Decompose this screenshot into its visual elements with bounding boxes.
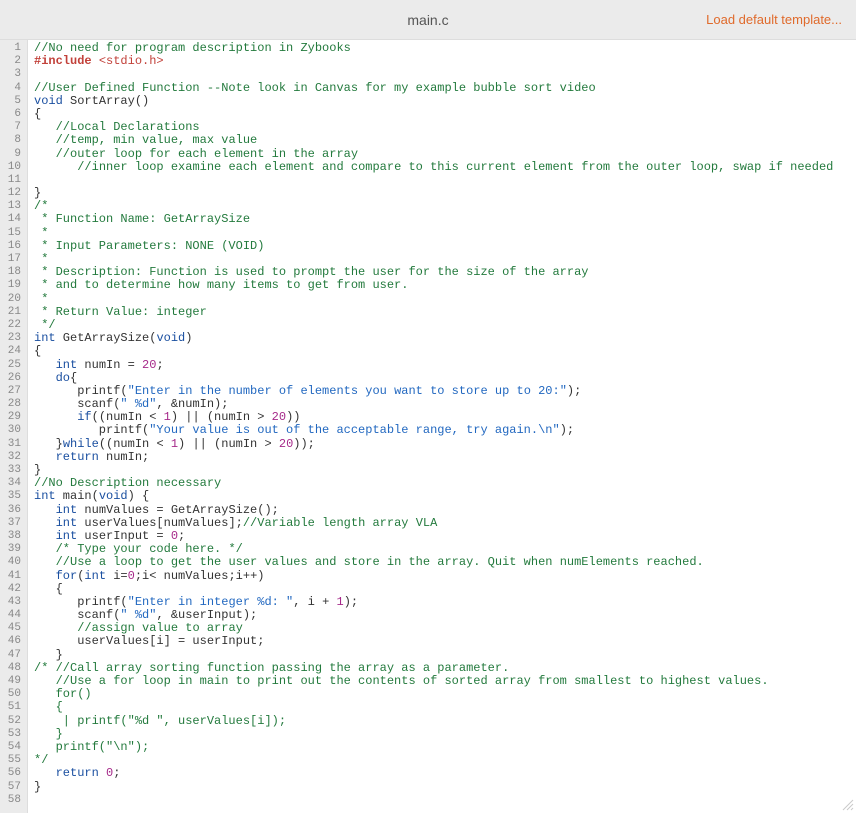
line-number: 32	[0, 451, 23, 464]
line-number: 52	[0, 715, 23, 728]
line-number: 58	[0, 794, 23, 807]
code-line[interactable]: }	[34, 781, 856, 794]
line-number-gutter: 1234567891011121314151617181920212223242…	[0, 40, 28, 813]
line-number: 26	[0, 372, 23, 385]
line-number: 43	[0, 596, 23, 609]
line-number: 51	[0, 701, 23, 714]
line-number: 15	[0, 227, 23, 240]
code-line[interactable]: * Input Parameters: NONE (VOID)	[34, 240, 856, 253]
code-line[interactable]: }	[34, 187, 856, 200]
line-number: 2	[0, 55, 23, 68]
line-number: 56	[0, 767, 23, 780]
code-line[interactable]: * Function Name: GetArraySize	[34, 213, 856, 226]
line-number: 45	[0, 622, 23, 635]
load-default-template-link[interactable]: Load default template...	[706, 12, 842, 27]
code-line[interactable]: int numIn = 20;	[34, 359, 856, 372]
line-number: 23	[0, 332, 23, 345]
line-number: 40	[0, 556, 23, 569]
line-number: 13	[0, 200, 23, 213]
line-number: 21	[0, 306, 23, 319]
code-line[interactable]: printf("\n");	[34, 741, 856, 754]
line-number: 4	[0, 82, 23, 95]
line-number: 17	[0, 253, 23, 266]
line-number: 11	[0, 174, 23, 187]
code-line[interactable]: //Use a for loop in main to print out th…	[34, 675, 856, 688]
code-line[interactable]: return 0;	[34, 767, 856, 780]
line-number: 42	[0, 583, 23, 596]
code-line[interactable]: * Return Value: integer	[34, 306, 856, 319]
line-number: 57	[0, 781, 23, 794]
line-number: 53	[0, 728, 23, 741]
line-number: 6	[0, 108, 23, 121]
line-number: 10	[0, 161, 23, 174]
line-number: 9	[0, 148, 23, 161]
line-number: 28	[0, 398, 23, 411]
line-number: 41	[0, 570, 23, 583]
line-number: 54	[0, 741, 23, 754]
line-number: 3	[0, 68, 23, 81]
line-number: 34	[0, 477, 23, 490]
line-number: 19	[0, 279, 23, 292]
code-line[interactable]: }while((numIn < 1) || (numIn > 20));	[34, 438, 856, 451]
code-line[interactable]: for(int i=0;i< numValues;i++)	[34, 570, 856, 583]
line-number: 46	[0, 635, 23, 648]
line-number: 49	[0, 675, 23, 688]
editor-header: main.c Load default template...	[0, 0, 856, 40]
code-area[interactable]: //No need for program description in Zyb…	[28, 40, 856, 813]
code-line[interactable]: return numIn;	[34, 451, 856, 464]
line-number: 31	[0, 438, 23, 451]
code-line[interactable]: int GetArraySize(void)	[34, 332, 856, 345]
line-number: 16	[0, 240, 23, 253]
line-number: 20	[0, 293, 23, 306]
line-number: 27	[0, 385, 23, 398]
line-number: 30	[0, 424, 23, 437]
code-line[interactable]: */	[34, 754, 856, 767]
line-number: 39	[0, 543, 23, 556]
line-number: 8	[0, 134, 23, 147]
code-line[interactable]	[34, 174, 856, 187]
line-number: 14	[0, 213, 23, 226]
line-number: 29	[0, 411, 23, 424]
line-number: 50	[0, 688, 23, 701]
line-number: 18	[0, 266, 23, 279]
line-number: 1	[0, 42, 23, 55]
line-number: 47	[0, 649, 23, 662]
line-number: 44	[0, 609, 23, 622]
code-line[interactable]: #include <stdio.h>	[34, 55, 856, 68]
line-number: 22	[0, 319, 23, 332]
line-number: 48	[0, 662, 23, 675]
code-line[interactable]: void SortArray()	[34, 95, 856, 108]
code-line[interactable]: for()	[34, 688, 856, 701]
line-number: 36	[0, 504, 23, 517]
line-number: 55	[0, 754, 23, 767]
code-line[interactable]: //User Defined Function --Note look in C…	[34, 82, 856, 95]
line-number: 24	[0, 345, 23, 358]
code-line[interactable]	[34, 794, 856, 807]
code-line[interactable]: //No Description necessary	[34, 477, 856, 490]
line-number: 33	[0, 464, 23, 477]
code-line[interactable]: }	[34, 728, 856, 741]
code-line[interactable]: | printf("%d ", userValues[i]);	[34, 715, 856, 728]
line-number: 35	[0, 490, 23, 503]
code-editor[interactable]: 1234567891011121314151617181920212223242…	[0, 40, 856, 813]
code-line[interactable]: //inner loop examine each element and co…	[34, 161, 856, 174]
code-line[interactable]: * and to determine how many items to get…	[34, 279, 856, 292]
line-number: 7	[0, 121, 23, 134]
line-number: 37	[0, 517, 23, 530]
resize-handle-icon[interactable]	[840, 797, 854, 811]
line-number: 5	[0, 95, 23, 108]
code-line[interactable]: userValues[i] = userInput;	[34, 635, 856, 648]
line-number: 38	[0, 530, 23, 543]
line-number: 25	[0, 359, 23, 372]
line-number: 12	[0, 187, 23, 200]
